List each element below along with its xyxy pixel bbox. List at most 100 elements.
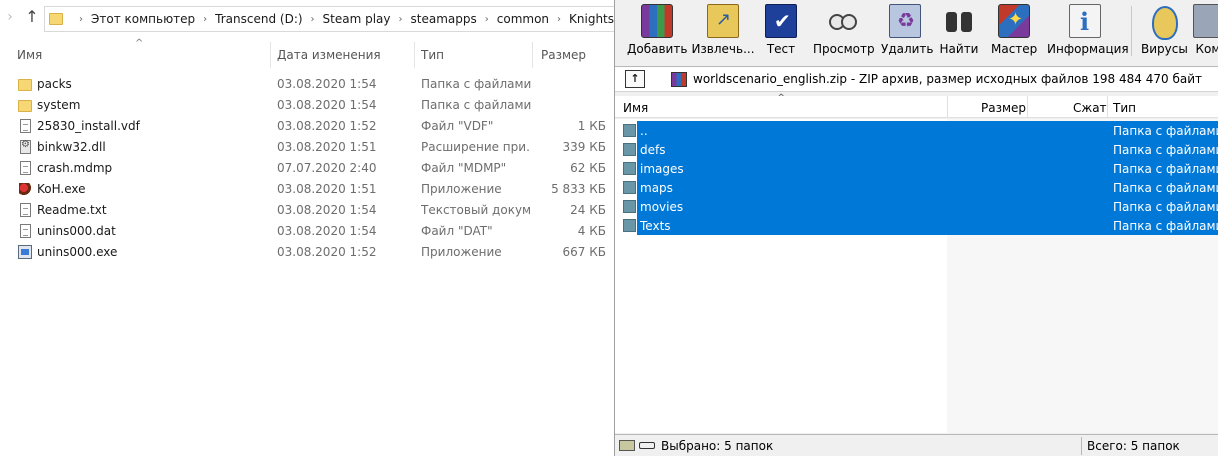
column-divider[interactable] <box>270 42 271 68</box>
file-row[interactable]: 25830_install.vdf 03.08.2020 1:52 Файл "… <box>0 116 614 137</box>
file-type: Текстовый докум... <box>421 203 531 217</box>
archive-file-list: .. Папка с файлами defs Папка с файлами … <box>615 119 1218 433</box>
find-button[interactable]: Найти <box>939 2 979 60</box>
folder-icon <box>623 200 636 213</box>
test-icon <box>765 4 797 38</box>
archive-row-selected[interactable]: images Папка с файлами <box>615 159 1218 178</box>
column-divider[interactable] <box>947 96 948 118</box>
key-icon[interactable] <box>639 442 655 449</box>
folder-icon <box>623 219 636 232</box>
file-row[interactable]: unins000.dat 03.08.2020 1:54 Файл "DAT" … <box>0 221 614 242</box>
file-row[interactable]: system 03.08.2020 1:54 Папка с файлами <box>0 95 614 116</box>
extract-icon <box>707 4 739 38</box>
extract-button[interactable]: Извлечь... <box>691 2 755 60</box>
status-selected: Выбрано: 5 папок <box>661 439 774 453</box>
file-size: 5 833 КБ <box>551 182 606 196</box>
column-divider[interactable] <box>414 42 415 68</box>
column-header-size[interactable]: Размер <box>981 101 1026 115</box>
column-header-type[interactable]: Тип <box>1113 101 1136 115</box>
column-divider[interactable] <box>1107 96 1108 118</box>
file-name: system <box>37 98 81 112</box>
file-name: KoH.exe <box>37 182 86 196</box>
file-name: Readme.txt <box>37 203 107 217</box>
archive-item-type: Папка с файлами <box>1113 124 1218 138</box>
toolbar-label: Извлечь... <box>691 42 755 56</box>
file-size: 24 КБ <box>570 203 606 217</box>
toolbar-label: Добавить <box>627 42 688 56</box>
breadcrumb-item[interactable]: Transcend (D:) <box>215 12 302 26</box>
file-size: 1 КБ <box>577 119 606 133</box>
document-icon <box>20 224 31 238</box>
file-size: 339 КБ <box>562 140 606 154</box>
file-type: Файл "DAT" <box>421 224 493 238</box>
comment-button[interactable]: Ком <box>1193 2 1218 60</box>
folder-icon <box>623 162 636 175</box>
column-divider[interactable] <box>532 42 533 68</box>
file-row[interactable]: unins000.exe 03.08.2020 1:52 Приложение … <box>0 242 614 263</box>
archive-item-type: Папка с файлами <box>1113 219 1218 233</box>
wizard-button[interactable]: Мастер <box>991 2 1037 60</box>
winrar-toolbar: Добавить Извлечь... Тест Просмотр Удалит… <box>615 0 1218 62</box>
column-header-packed[interactable]: Сжат <box>1073 101 1107 115</box>
file-date: 03.08.2020 1:54 <box>277 203 377 217</box>
breadcrumb-item[interactable]: Steam play <box>323 12 391 26</box>
archive-path-bar: ↑ worldscenario_english.zip - ZIP архив,… <box>615 66 1218 92</box>
text-file-icon <box>20 203 31 217</box>
file-date: 03.08.2020 1:52 <box>277 119 377 133</box>
file-row[interactable]: binkw32.dll 03.08.2020 1:51 Расширение п… <box>0 137 614 158</box>
find-icon <box>943 4 975 38</box>
file-date: 03.08.2020 1:52 <box>277 245 377 259</box>
archive-item-name: movies <box>640 200 684 214</box>
column-header-type[interactable]: Тип <box>421 48 444 62</box>
column-header-size[interactable]: Размер <box>541 48 586 62</box>
breadcrumb-item[interactable]: Knights of Honor <box>569 12 614 26</box>
zip-archive-icon <box>671 72 687 87</box>
archive-item-type: Папка с файлами <box>1113 162 1218 176</box>
breadcrumb-item[interactable]: Этот компьютер <box>91 12 195 26</box>
archive-row-selected[interactable]: .. Папка с файлами <box>615 121 1218 140</box>
archive-item-name: images <box>640 162 684 176</box>
view-button[interactable]: Просмотр <box>813 2 875 60</box>
column-header-name[interactable]: Имя <box>623 101 648 115</box>
drive-icon[interactable] <box>619 440 635 451</box>
file-type: Файл "MDMP" <box>421 161 507 175</box>
archive-item-name: Texts <box>640 219 671 233</box>
winrar-window: Добавить Извлечь... Тест Просмотр Удалит… <box>614 0 1218 456</box>
column-header-name[interactable]: Имя <box>17 48 42 62</box>
breadcrumb-item[interactable]: common <box>497 12 549 26</box>
column-header-date[interactable]: Дата изменения <box>277 48 381 62</box>
toolbar-label: Ком <box>1195 42 1218 56</box>
up-folder-button[interactable]: ↑ <box>625 70 645 88</box>
address-bar[interactable]: › Этот компьютер › Transcend (D:) › Stea… <box>44 6 614 32</box>
folder-icon <box>623 181 636 194</box>
add-button[interactable]: Добавить <box>627 2 687 60</box>
toolbar-separator <box>1131 6 1132 56</box>
up-arrow-icon[interactable]: ↑ <box>22 4 42 30</box>
archive-row-selected[interactable]: Texts Папка с файлами <box>615 216 1218 235</box>
file-name: crash.mdmp <box>37 161 113 175</box>
file-row[interactable]: packs 03.08.2020 1:54 Папка с файлами <box>0 74 614 95</box>
file-size: 4 КБ <box>577 224 606 238</box>
file-date: 03.08.2020 1:51 <box>277 182 377 196</box>
archive-row-selected[interactable]: maps Папка с файлами <box>615 178 1218 197</box>
breadcrumb-separator-icon: › <box>398 13 403 25</box>
column-divider[interactable] <box>1027 96 1028 118</box>
archive-row-selected[interactable]: defs Папка с файлами <box>615 140 1218 159</box>
archive-row-selected[interactable]: movies Папка с файлами <box>615 197 1218 216</box>
explorer-window: › ↑ › Этот компьютер › Transcend (D:) › … <box>0 0 614 456</box>
file-row[interactable]: crash.mdmp 07.07.2020 2:40 Файл "MDMP" 6… <box>0 158 614 179</box>
breadcrumb-item[interactable]: steamapps <box>411 12 477 26</box>
file-row[interactable]: KoH.exe 03.08.2020 1:51 Приложение 5 833… <box>0 179 614 200</box>
file-row[interactable]: Readme.txt 03.08.2020 1:54 Текстовый док… <box>0 200 614 221</box>
test-button[interactable]: Тест <box>761 2 801 60</box>
virus-scan-icon <box>1147 4 1179 40</box>
delete-button[interactable]: Удалить <box>881 2 934 60</box>
wizard-icon <box>998 4 1030 38</box>
virus-scan-button[interactable]: Вирусы <box>1141 2 1188 60</box>
folder-icon <box>623 124 636 137</box>
status-total: Всего: 5 папок <box>1087 439 1180 453</box>
info-button[interactable]: Информация <box>1047 2 1129 60</box>
archive-item-type: Папка с файлами <box>1113 143 1218 157</box>
back-chevron-icon[interactable]: › <box>0 4 20 30</box>
toolbar-label: Информация <box>1047 42 1129 56</box>
